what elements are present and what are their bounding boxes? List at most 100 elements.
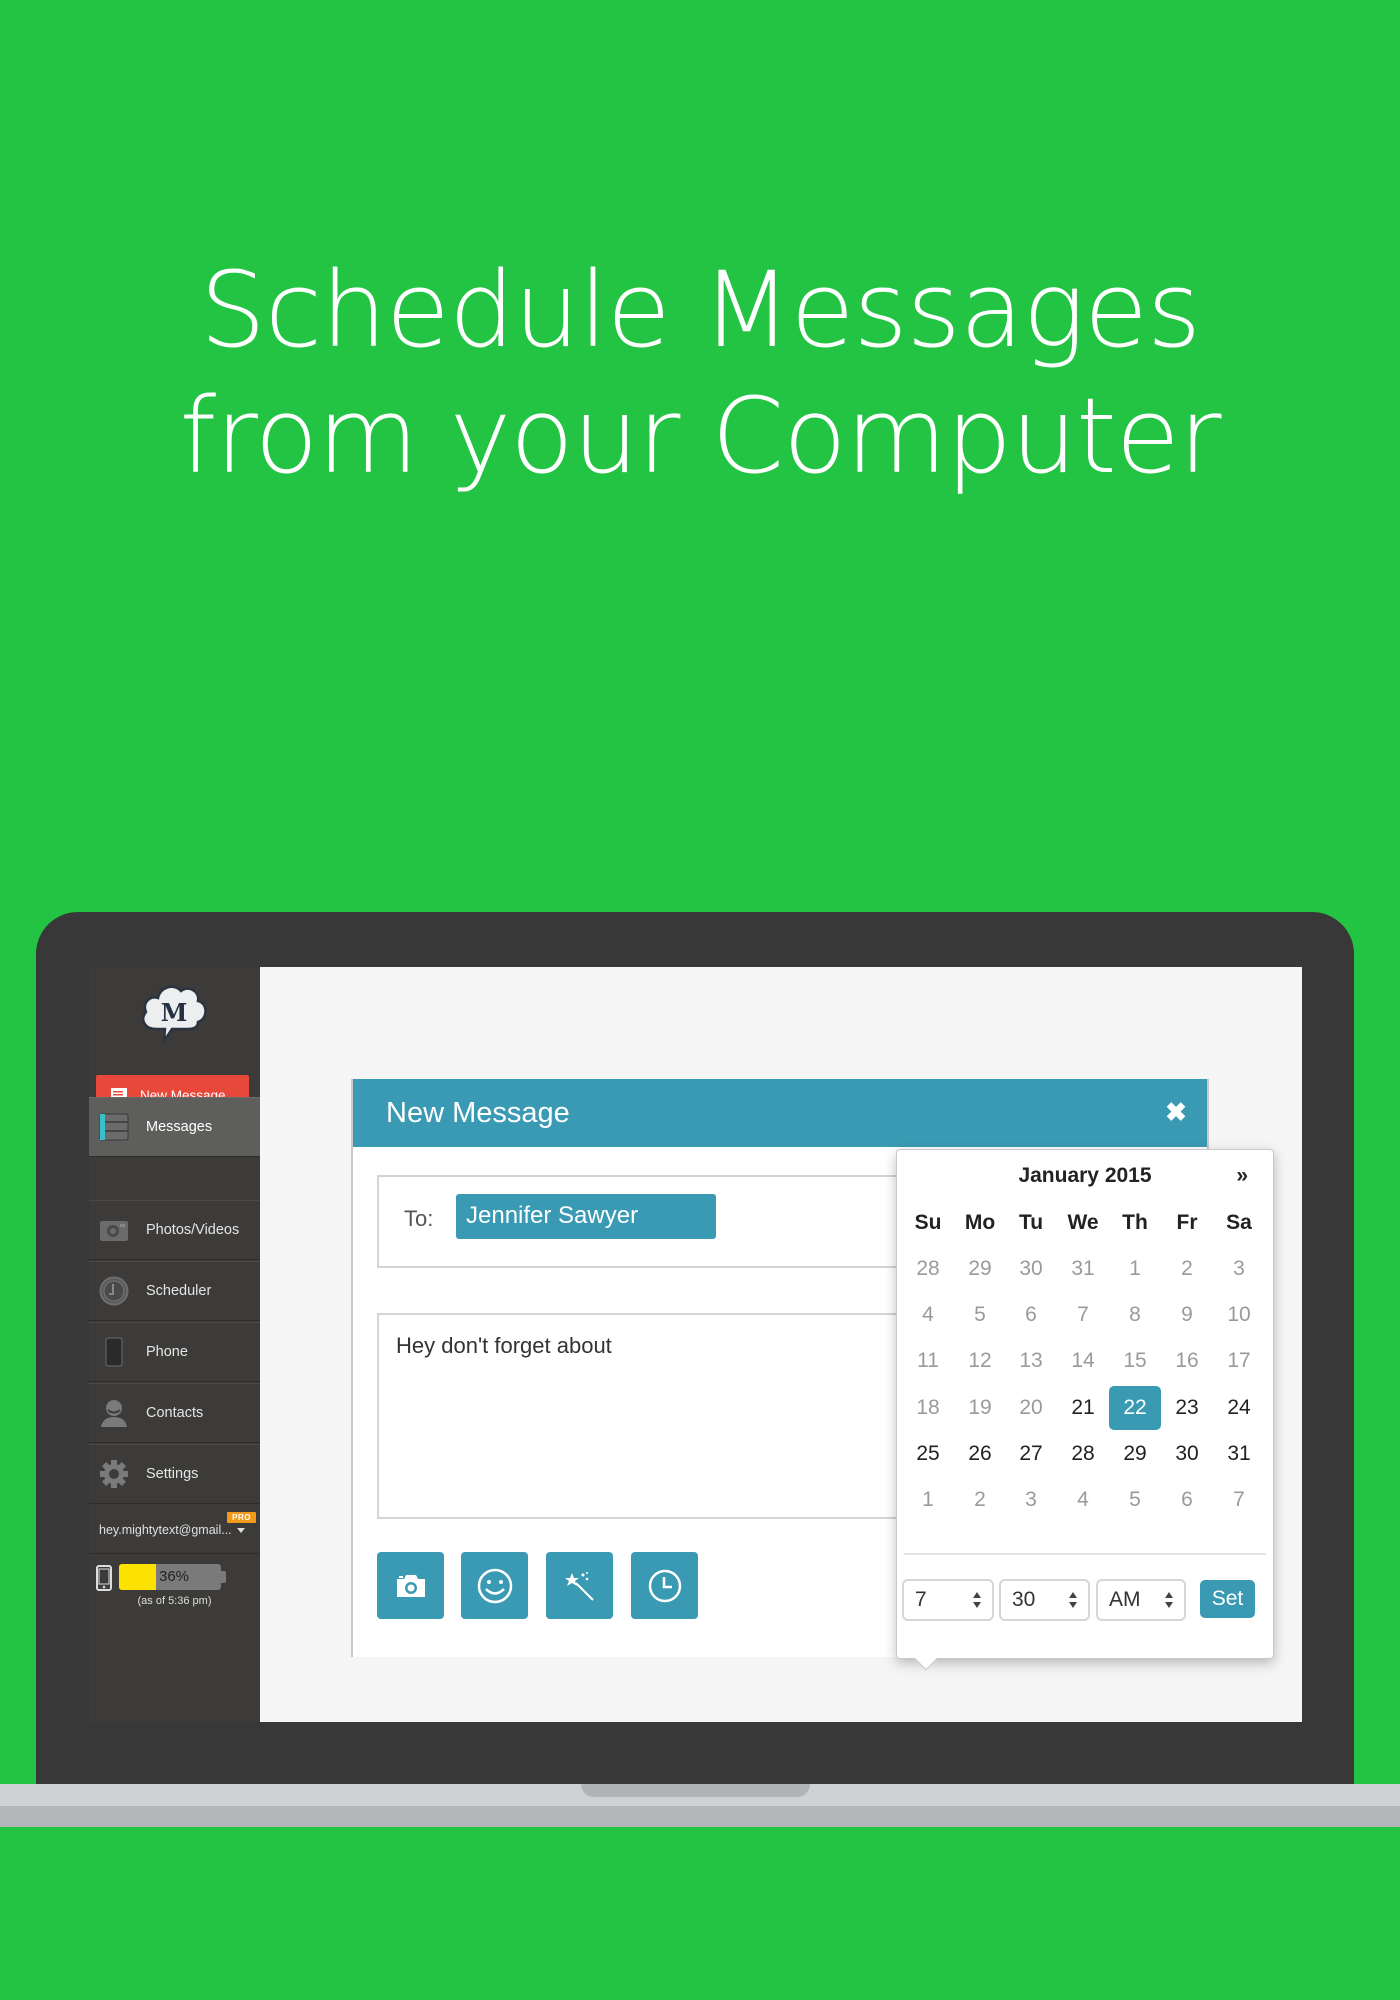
weekday-label: Sa <box>1226 1211 1252 1234</box>
divider <box>904 1553 1266 1555</box>
camera-icon <box>396 1574 425 1597</box>
new-message-modal: New Message ✖ To: Jennifer Sawyer Hey do… <box>351 1079 1274 1671</box>
calendar-day[interactable]: 15 <box>1109 1339 1161 1383</box>
calendar-day[interactable]: 10 <box>1213 1293 1265 1337</box>
calendar-day[interactable]: 29 <box>1109 1432 1161 1476</box>
sidebar-item-phone[interactable]: Phone <box>89 1322 260 1382</box>
calendar-day[interactable]: 8 <box>1109 1293 1161 1337</box>
sidebar-item-settings[interactable]: Settings <box>89 1444 260 1504</box>
calendar-day[interactable]: 7 <box>1213 1478 1265 1522</box>
spinner-arrows-icon <box>973 1592 981 1608</box>
weekday-label: Su <box>914 1211 942 1234</box>
account-dropdown[interactable]: hey.mightytext@gmail... PRO <box>89 1507 260 1554</box>
modal-title: New Message <box>386 1097 570 1129</box>
calendar-month-title: January 2015 <box>1018 1164 1152 1187</box>
calendar-day[interactable]: 1 <box>902 1478 954 1522</box>
next-month-button[interactable]: » <box>1236 1164 1248 1188</box>
calendar-day[interactable]: 28 <box>1057 1432 1109 1476</box>
sidebar-item-messages[interactable]: Messages <box>89 1097 260 1157</box>
spinner-arrows-icon <box>1165 1592 1173 1608</box>
chevron-down-icon <box>236 1527 245 1533</box>
recipient-chip[interactable]: Jennifer Sawyer <box>456 1194 716 1239</box>
calendar-day[interactable]: 1 <box>1109 1247 1161 1291</box>
calendar-day[interactable]: 31 <box>1057 1247 1109 1291</box>
calendar-day[interactable]: 21 <box>1057 1386 1109 1430</box>
clock-icon <box>648 1569 681 1602</box>
calendar-day[interactable]: 13 <box>1005 1339 1057 1383</box>
calendar-day[interactable]: 18 <box>902 1386 954 1430</box>
calendar-day[interactable]: 6 <box>1005 1293 1057 1337</box>
calendar-day[interactable]: 20 <box>1005 1386 1057 1430</box>
battery-bar: 36% <box>119 1564 221 1590</box>
sidebar-item-contacts[interactable]: Contacts <box>89 1383 260 1443</box>
battery-tip <box>221 1571 226 1583</box>
popup-arrow <box>914 1647 938 1671</box>
calendar-day[interactable]: 2 <box>1161 1247 1213 1291</box>
calendar-day[interactable]: 27 <box>1005 1432 1057 1476</box>
phone-icon <box>98 1336 130 1368</box>
sidebar-item-photos-videos[interactable]: Photos/Videos <box>89 1200 260 1260</box>
set-button[interactable]: Set <box>1200 1580 1255 1618</box>
schedule-button[interactable] <box>631 1552 698 1619</box>
calendar-day[interactable]: 30 <box>1161 1432 1213 1476</box>
calendar-day[interactable]: 12 <box>954 1339 1006 1383</box>
modal-header: New Message ✖ <box>353 1079 1207 1147</box>
gear-icon <box>98 1458 130 1490</box>
sidebar-item-label: Messages <box>146 1119 213 1135</box>
calendar-day[interactable]: 17 <box>1213 1339 1265 1383</box>
sidebar: M New Message Messages Photos/Videos Sch… <box>89 967 260 1722</box>
mightytext-logo[interactable]: M <box>138 979 210 1049</box>
calendar-day[interactable]: 7 <box>1057 1293 1109 1337</box>
weekday-label: Tu <box>1018 1211 1044 1234</box>
ampm-select[interactable]: AM <box>1096 1579 1186 1621</box>
camera-icon <box>98 1214 130 1246</box>
weekday-label: Fr <box>1176 1211 1198 1234</box>
app-screen: M New Message Messages Photos/Videos Sch… <box>89 967 1302 1722</box>
sidebar-item-scheduler[interactable]: Scheduler <box>89 1261 260 1321</box>
calendar-day[interactable]: 3 <box>1005 1478 1057 1522</box>
calendar-day[interactable]: 3 <box>1213 1247 1265 1291</box>
calendar-day[interactable]: 25 <box>902 1432 954 1476</box>
laptop-base-bottom <box>0 1806 1400 1827</box>
calendar-day[interactable]: 23 <box>1161 1386 1213 1430</box>
close-icon[interactable]: ✖ <box>1163 1099 1189 1125</box>
minute-value: 30 <box>1012 1588 1036 1611</box>
calendar-day[interactable]: 6 <box>1161 1478 1213 1522</box>
calendar-day[interactable]: 19 <box>954 1386 1006 1430</box>
calendar-day-selected[interactable]: 22 <box>1109 1386 1161 1430</box>
clock-icon <box>98 1275 130 1307</box>
battery-percent: 36% <box>159 1568 190 1585</box>
calendar-day[interactable]: 29 <box>954 1247 1006 1291</box>
to-label: To: <box>404 1206 434 1231</box>
calendar-day[interactable]: 14 <box>1057 1339 1109 1383</box>
weekday-label: Mo <box>964 1211 996 1234</box>
calendar-day[interactable]: 4 <box>902 1293 954 1337</box>
schedule-datepicker: January 2015 » Su Mo Tu We Th Fr Sa 28 29 30 31 1 2… <box>896 1149 1274 1671</box>
calendar-day[interactable]: 5 <box>1109 1478 1161 1522</box>
sidebar-item-label: Phone <box>146 1344 188 1360</box>
calendar-day[interactable]: 11 <box>902 1339 954 1383</box>
calendar-day[interactable]: 26 <box>954 1432 1006 1476</box>
attach-photo-button[interactable] <box>377 1552 444 1619</box>
svg-text:M: M <box>161 998 188 1027</box>
hour-select[interactable]: 7 <box>902 1579 994 1621</box>
sidebar-item-label: Settings <box>146 1466 199 1482</box>
calendar-day[interactable]: 9 <box>1161 1293 1213 1337</box>
emoji-button[interactable] <box>461 1552 528 1619</box>
phone-battery-icon <box>96 1565 112 1591</box>
calendar-day[interactable]: 4 <box>1057 1478 1109 1522</box>
ampm-value: AM <box>1109 1588 1141 1611</box>
sidebar-item-label: Scheduler <box>146 1283 212 1299</box>
calendar-day[interactable]: 31 <box>1213 1432 1265 1476</box>
sidebar-item-label: Contacts <box>146 1405 204 1421</box>
messages-icon <box>98 1111 130 1143</box>
battery-timestamp: (as of 5:36 pm) <box>137 1595 212 1607</box>
calendar-day[interactable]: 24 <box>1213 1386 1265 1430</box>
calendar-day[interactable]: 30 <box>1005 1247 1057 1291</box>
calendar-day[interactable]: 16 <box>1161 1339 1213 1383</box>
calendar-day[interactable]: 28 <box>902 1247 954 1291</box>
calendar-day[interactable]: 2 <box>954 1478 1006 1522</box>
calendar-day[interactable]: 5 <box>954 1293 1006 1337</box>
magic-wand-button[interactable] <box>546 1552 613 1619</box>
minute-select[interactable]: 30 <box>999 1579 1090 1621</box>
